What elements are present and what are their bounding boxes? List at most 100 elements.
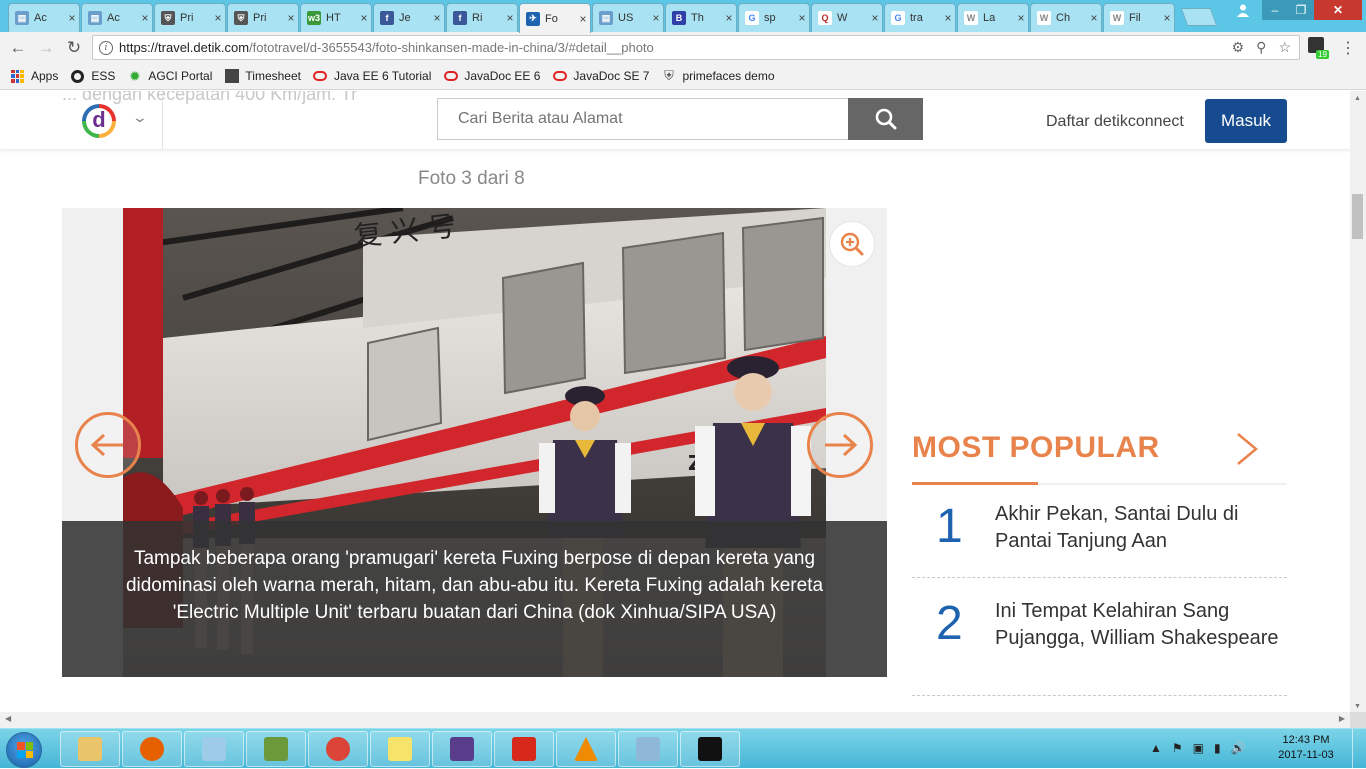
next-photo-button[interactable] (807, 412, 873, 478)
close-tab-icon[interactable]: × (357, 11, 371, 25)
close-tab-icon[interactable]: × (284, 11, 298, 25)
search-input[interactable] (456, 109, 848, 129)
maximize-button[interactable]: ❐ (1288, 0, 1314, 20)
action-center-flag-icon[interactable]: ⚑ (1172, 741, 1183, 755)
vertical-scrollbar[interactable]: ▲ ▼ (1350, 91, 1366, 712)
chevron-down-icon[interactable]: ⌄ (132, 109, 148, 126)
taskbar-app-button[interactable] (184, 731, 244, 767)
close-tab-icon[interactable]: × (211, 11, 225, 25)
clock[interactable]: 12:43 PM 2017-11-03 (1272, 733, 1340, 763)
browser-tab[interactable]: f Je × (373, 3, 445, 32)
back-button[interactable]: ← (8, 38, 28, 58)
taskbar-app-button[interactable] (122, 731, 182, 767)
bookmark-item[interactable]: ✹ AGCI Portal (127, 68, 212, 84)
acrobat-icon (512, 737, 536, 761)
reload-button[interactable]: ↻ (64, 38, 84, 58)
scrollbar-thumb[interactable] (1352, 194, 1363, 239)
daftar-link[interactable]: Daftar detikconnect (1046, 113, 1184, 131)
bookmark-item[interactable]: ⛨ primefaces demo (661, 68, 774, 84)
close-tab-icon[interactable]: × (722, 11, 736, 25)
bookmark-item[interactable]: Java EE 6 Tutorial (313, 69, 431, 84)
scroll-down-arrow-icon[interactable]: ▼ (1354, 703, 1361, 710)
browser-tab[interactable]: Gsp × (738, 3, 810, 32)
close-tab-icon[interactable]: × (795, 11, 809, 25)
close-tab-icon[interactable]: × (576, 12, 590, 26)
browser-tab[interactable]: ✈ Fo × (519, 3, 591, 33)
close-tab-icon[interactable]: × (430, 11, 444, 25)
taskbar-app-button[interactable] (494, 731, 554, 767)
tray-expand-icon[interactable]: ▲ (1150, 741, 1162, 755)
detik-logo[interactable]: d (82, 104, 116, 138)
scroll-up-arrow-icon[interactable]: ▲ (1354, 95, 1361, 102)
volume-icon[interactable]: 🔊 (1231, 741, 1246, 755)
wikipedia-icon: W (1037, 11, 1051, 25)
taskbar-app-button[interactable] (246, 731, 306, 767)
site-settings-icon[interactable]: ⚙ (1232, 39, 1245, 56)
taskbar-app-button[interactable] (370, 731, 430, 767)
taskbar-app-button[interactable] (556, 731, 616, 767)
facebook-icon: f (380, 11, 394, 25)
popular-item[interactable]: 2 Ini Tempat Kelahiran Sang Pujangga, Wil… (912, 578, 1287, 696)
popular-title[interactable]: Ini Tempat Kelahiran Sang Pujangga, Will… (995, 598, 1287, 652)
browser-tab[interactable]: w3 HT × (300, 3, 372, 32)
close-tab-icon[interactable]: × (503, 11, 517, 25)
most-popular-list: 1 Akhir Pekan, Santai Dulu di Pantai Tanj… (912, 485, 1287, 696)
bookmark-item[interactable]: Timesheet (224, 69, 301, 84)
browser-tab[interactable]: B Th × (665, 3, 737, 32)
close-window-button[interactable]: ✕ (1314, 0, 1362, 20)
close-tab-icon[interactable]: × (941, 11, 955, 25)
network-icon[interactable]: ▣ (1193, 741, 1204, 755)
popular-title[interactable]: Akhir Pekan, Santai Dulu di Pantai Tanju… (995, 501, 1287, 555)
browser-tab[interactable]: f Ri × (446, 3, 518, 32)
browser-tab[interactable]: ▤ US × (592, 3, 664, 32)
bookmark-item[interactable]: ESS (70, 69, 115, 84)
close-tab-icon[interactable]: × (1014, 11, 1028, 25)
close-tab-icon[interactable]: × (1087, 11, 1101, 25)
menu-icon[interactable]: ⋮ (1340, 38, 1356, 58)
chevron-right-icon[interactable] (1234, 431, 1260, 467)
zoom-button[interactable] (830, 222, 874, 266)
taskbar-app-button[interactable] (308, 731, 368, 767)
browser-tab[interactable]: W Ch × (1030, 3, 1102, 32)
browser-tab[interactable]: W Fil × (1103, 3, 1175, 32)
start-button[interactable] (6, 732, 42, 768)
close-tab-icon[interactable]: × (1160, 11, 1174, 25)
info-icon[interactable]: i (99, 40, 113, 55)
browser-tab[interactable]: Gtra × (884, 3, 956, 32)
minimize-button[interactable]: – (1262, 0, 1288, 20)
popular-item[interactable]: 1 Akhir Pekan, Santai Dulu di Pantai Tanj… (912, 485, 1287, 578)
close-tab-icon[interactable]: × (868, 11, 882, 25)
browser-tab[interactable]: Q W × (811, 3, 883, 32)
bookmark-item[interactable]: JavaDoc EE 6 (443, 69, 540, 84)
bookmark-item[interactable]: Apps (10, 69, 58, 84)
browser-tab[interactable]: ⛨ Pri × (154, 3, 226, 32)
most-popular-title[interactable]: MOST POPULAR (912, 431, 1160, 465)
user-icon[interactable] (1228, 0, 1258, 20)
search-button[interactable] (848, 98, 923, 140)
horizontal-scrollbar[interactable]: ◀ ▶ (0, 712, 1350, 728)
previous-photo-button[interactable] (75, 412, 141, 478)
zoom-icon[interactable]: ⚲ (1256, 39, 1266, 56)
browser-tab[interactable]: ⛨ Pri × (227, 3, 299, 32)
browser-tab[interactable]: W La × (957, 3, 1029, 32)
close-tab-icon[interactable]: × (65, 11, 79, 25)
taskbar-app-button[interactable] (432, 731, 492, 767)
battery-icon[interactable]: ▮ (1214, 741, 1221, 755)
new-tab-button[interactable] (1180, 8, 1218, 26)
close-tab-icon[interactable]: × (138, 11, 152, 25)
scroll-left-arrow-icon[interactable]: ◀ (5, 714, 11, 723)
show-desktop-button[interactable] (1352, 729, 1366, 769)
taskbar-app-button[interactable] (60, 731, 120, 767)
bookmark-star-icon[interactable]: ☆ (1278, 39, 1291, 56)
address-bar[interactable]: i https://travel.detik.com/fototravel/d-… (92, 35, 1300, 60)
browser-tab[interactable]: ▤ Ac × (81, 3, 153, 32)
scroll-right-arrow-icon[interactable]: ▶ (1339, 714, 1345, 723)
masuk-button[interactable]: Masuk (1205, 99, 1287, 143)
bookmark-item[interactable]: JavaDoc SE 7 (552, 69, 649, 84)
browser-tab[interactable]: ▤ Ac × (8, 3, 80, 32)
search-box[interactable] (437, 98, 849, 140)
taskbar-app-button[interactable] (618, 731, 678, 767)
close-tab-icon[interactable]: × (649, 11, 663, 25)
forward-button[interactable]: → (36, 38, 56, 58)
taskbar-app-button[interactable] (680, 731, 740, 767)
